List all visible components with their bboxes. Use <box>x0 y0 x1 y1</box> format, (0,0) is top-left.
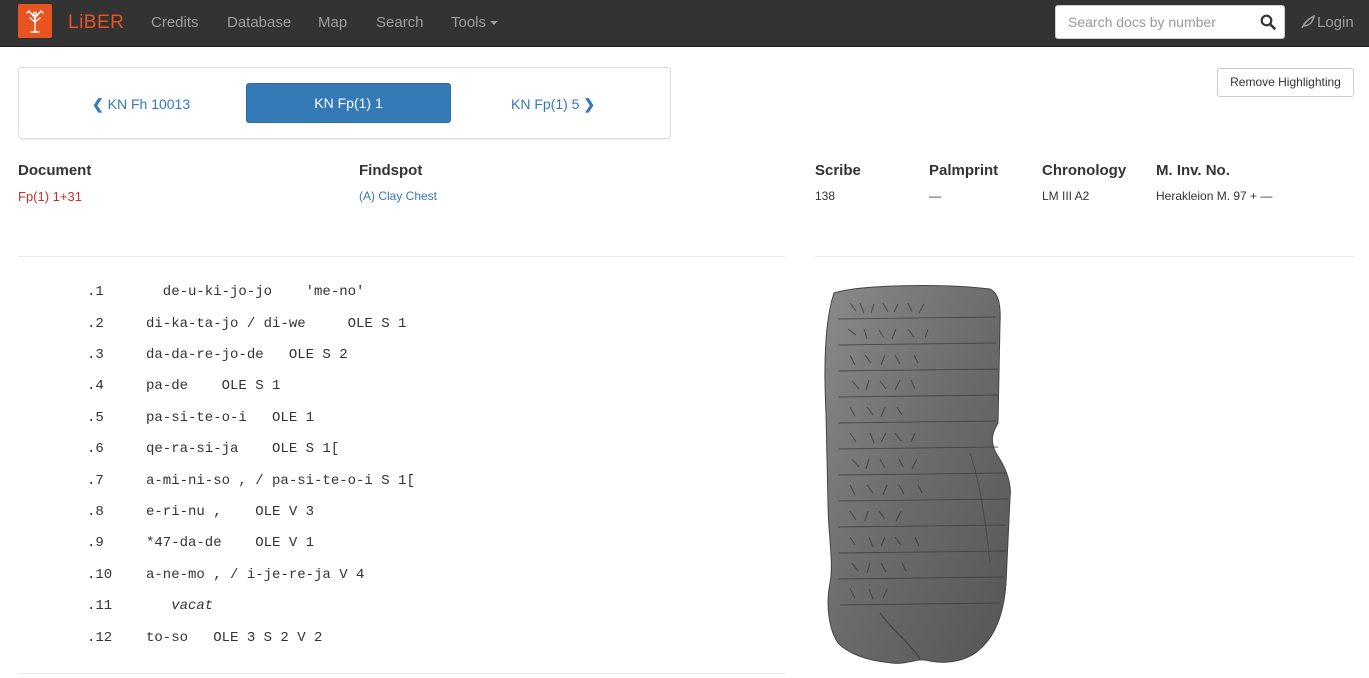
login-link[interactable]: Login <box>1300 14 1354 31</box>
line-text: a-ne-mo , / i-je-re-ja V 4 <box>146 567 365 583</box>
search-input[interactable] <box>1056 6 1256 38</box>
logo-icon[interactable] <box>18 4 52 38</box>
caret-down-icon <box>490 21 499 26</box>
line-number: .9 <box>87 535 104 551</box>
line-number: .2 <box>87 316 104 332</box>
next-document-link[interactable]: KN Fp(1) 5 ❯ <box>511 96 595 113</box>
nav-database[interactable]: Database <box>227 14 291 31</box>
line-text: to-so OLE 3 S 2 V 2 <box>146 630 323 646</box>
next-document-label: KN Fp(1) 5 <box>511 96 580 112</box>
nav-credits[interactable]: Credits <box>151 14 199 31</box>
scribe-label: Scribe <box>815 162 861 179</box>
chevron-left-icon: ❮ <box>92 96 104 112</box>
document-pager: ❮ KN Fh 10013 KN Fp(1) 1 KN Fp(1) 5 ❯ <box>18 67 671 139</box>
line-text: da-da-re-jo-de OLE S 2 <box>146 347 348 363</box>
findspot-label: Findspot <box>359 162 423 179</box>
line-text: di-ka-ta-jo / di-we OLE S 1 <box>146 316 407 332</box>
line-number: .11 <box>87 598 113 614</box>
brand-name[interactable]: LiBER <box>68 12 124 34</box>
findspot-link[interactable]: (A) Clay Chest <box>359 189 437 203</box>
line-text: de-u-ki-jo-jo 'me-no' <box>146 284 365 300</box>
divider <box>18 256 785 257</box>
search-form <box>1055 5 1285 39</box>
line-text: qe-ra-si-ja OLE S 1[ <box>146 441 340 457</box>
line-text: vacat <box>146 598 214 614</box>
tablet-photo <box>824 285 1011 664</box>
search-icon[interactable] <box>1260 14 1276 30</box>
inventory-number-label: M. Inv. No. <box>1156 162 1230 179</box>
scribe-value: 138 <box>815 189 836 203</box>
line-text: *47-da-de OLE V 1 <box>146 535 315 551</box>
chevron-right-icon: ❯ <box>583 96 596 112</box>
leaf-icon <box>1301 14 1315 29</box>
line-text: pa-si-te-o-i OLE 1 <box>146 410 315 426</box>
document-label: Document <box>18 162 92 179</box>
line-number: .6 <box>87 441 104 457</box>
prev-document-label: KN Fh 10013 <box>107 96 191 112</box>
chronology-value: LM III A2 <box>1042 189 1090 203</box>
nav-search[interactable]: Search <box>376 14 424 31</box>
navbar: LiBER Credits Database Map Search Tools … <box>0 0 1369 47</box>
line-text: e-ri-nu , OLE V 3 <box>146 504 315 520</box>
current-document-button[interactable]: KN Fp(1) 1 <box>246 83 451 123</box>
login-label: Login <box>1317 14 1354 31</box>
prev-document-link[interactable]: ❮ KN Fh 10013 <box>92 96 190 113</box>
line-number: .7 <box>87 473 104 489</box>
line-number: .3 <box>87 347 104 363</box>
line-number: .5 <box>87 410 104 426</box>
chronology-label: Chronology <box>1042 162 1127 179</box>
divider <box>815 256 1354 257</box>
line-number: .12 <box>87 630 113 646</box>
line-number: .10 <box>87 567 113 583</box>
line-number: .8 <box>87 504 104 520</box>
divider <box>18 673 785 674</box>
palmprint-value: — <box>929 189 941 203</box>
line-number: .4 <box>87 378 104 394</box>
nav-tools-label: Tools <box>451 14 487 31</box>
line-text: pa-de OLE S 1 <box>146 378 281 394</box>
nav-map[interactable]: Map <box>318 14 347 31</box>
line-text: a-mi-ni-so , / pa-si-te-o-i S 1[ <box>146 473 415 489</box>
inventory-number-value: Herakleion M. 97 + — <box>1156 189 1273 203</box>
nav-tools[interactable]: Tools <box>451 14 499 31</box>
palmprint-label: Palmprint <box>929 162 999 179</box>
document-value: Fp(1) 1+31 <box>18 189 82 204</box>
line-number: .1 <box>87 284 104 300</box>
remove-highlighting-button[interactable]: Remove Highlighting <box>1217 68 1354 97</box>
